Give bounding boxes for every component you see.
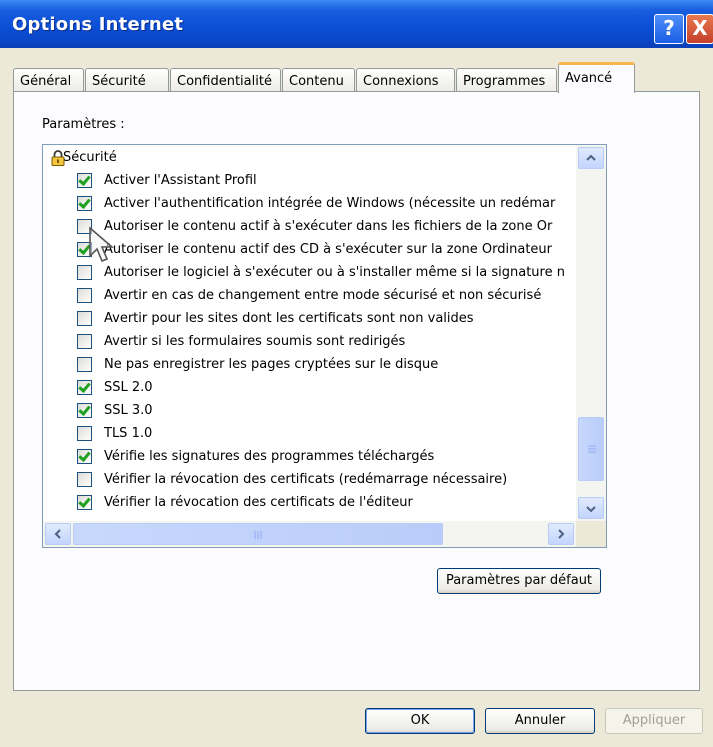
horizontal-scroll-thumb[interactable]	[73, 523, 443, 545]
setting-label: Activer l'authentification intégrée de W…	[104, 196, 556, 211]
help-button[interactable]: ?	[654, 14, 684, 44]
tab-avance[interactable]: Avancé	[558, 62, 635, 93]
setting-label: Vérifier la révocation des certificats (…	[104, 472, 508, 487]
scroll-left-button[interactable]	[45, 523, 71, 545]
tab-connexions[interactable]: Connexions	[356, 68, 455, 92]
tab-confidentialite[interactable]: Confidentialité	[170, 68, 281, 92]
title-bar[interactable]: Options Internet ? X	[0, 0, 713, 48]
checkbox[interactable]	[77, 472, 92, 487]
chevron-right-icon	[558, 529, 565, 539]
tab-general[interactable]: Général	[13, 68, 84, 92]
settings-label: Paramètres :	[42, 117, 125, 132]
checkbox[interactable]	[77, 495, 92, 510]
options-internet-dialog: Options Internet ? X Général Sécurité Co…	[0, 0, 713, 747]
settings-tree[interactable]: Sécurité Activer l'Assistant Profil Acti…	[42, 144, 607, 548]
scroll-up-button[interactable]	[578, 147, 604, 169]
checkbox[interactable]	[77, 449, 92, 464]
vertical-scroll-thumb[interactable]	[578, 417, 604, 481]
setting-label: Avertir en cas de changement entre mode …	[104, 288, 542, 303]
grip-icon	[254, 531, 262, 539]
restore-defaults-button[interactable]: Paramètres par défaut	[437, 568, 601, 594]
setting-label: Autoriser le logiciel à s'exécuter ou à …	[104, 265, 565, 280]
close-button[interactable]: X	[686, 14, 713, 44]
settings-rows: Sécurité Activer l'Assistant Profil Acti…	[43, 145, 574, 521]
scrollbar-corner	[576, 521, 606, 547]
tab-contenu[interactable]: Contenu	[282, 68, 355, 92]
tab-programmes[interactable]: Programmes	[456, 68, 557, 92]
setting-label: Autoriser le contenu actif des CD à s'ex…	[104, 242, 552, 257]
checkbox[interactable]	[77, 426, 92, 441]
vertical-scrollbar[interactable]	[576, 145, 606, 521]
checkbox[interactable]	[77, 265, 92, 280]
checkbox[interactable]	[77, 173, 92, 188]
chevron-up-icon	[586, 154, 596, 161]
chevron-down-icon	[586, 506, 596, 513]
checkbox[interactable]	[77, 288, 92, 303]
setting-label: SSL 2.0	[104, 380, 153, 395]
tab-securite[interactable]: Sécurité	[85, 68, 169, 92]
checkbox[interactable]	[77, 311, 92, 326]
setting-label: SSL 3.0	[104, 403, 153, 418]
scroll-right-button[interactable]	[548, 523, 574, 545]
setting-label: Avertir pour les sites dont les certific…	[104, 311, 474, 326]
setting-label: Vérifier la révocation des certificats d…	[104, 495, 413, 510]
checkbox[interactable]	[77, 357, 92, 372]
checkbox[interactable]	[77, 380, 92, 395]
setting-label: Activer l'Assistant Profil	[104, 173, 257, 188]
mouse-pointer-icon	[89, 226, 115, 263]
setting-label: Avertir si les formulaires soumis sont r…	[104, 334, 406, 349]
checkbox[interactable]	[77, 403, 92, 418]
horizontal-scrollbar[interactable]	[43, 521, 576, 547]
setting-label: TLS 1.0	[104, 426, 153, 441]
apply-button: Appliquer	[605, 708, 703, 734]
setting-label: Autoriser le contenu actif à s'exécuter …	[104, 219, 553, 234]
checkbox[interactable]	[77, 196, 92, 211]
setting-label: Ne pas enregistrer les pages cryptées su…	[104, 357, 439, 372]
ok-button[interactable]: OK	[365, 708, 475, 734]
checkbox[interactable]	[77, 334, 92, 349]
category-label: Sécurité	[63, 150, 117, 165]
window-title: Options Internet	[12, 14, 184, 35]
grip-icon	[588, 445, 596, 453]
setting-label: Vérifie les signatures des programmes té…	[104, 449, 435, 464]
chevron-left-icon	[54, 529, 61, 539]
scroll-down-button[interactable]	[578, 497, 604, 519]
cancel-button[interactable]: Annuler	[485, 708, 595, 734]
